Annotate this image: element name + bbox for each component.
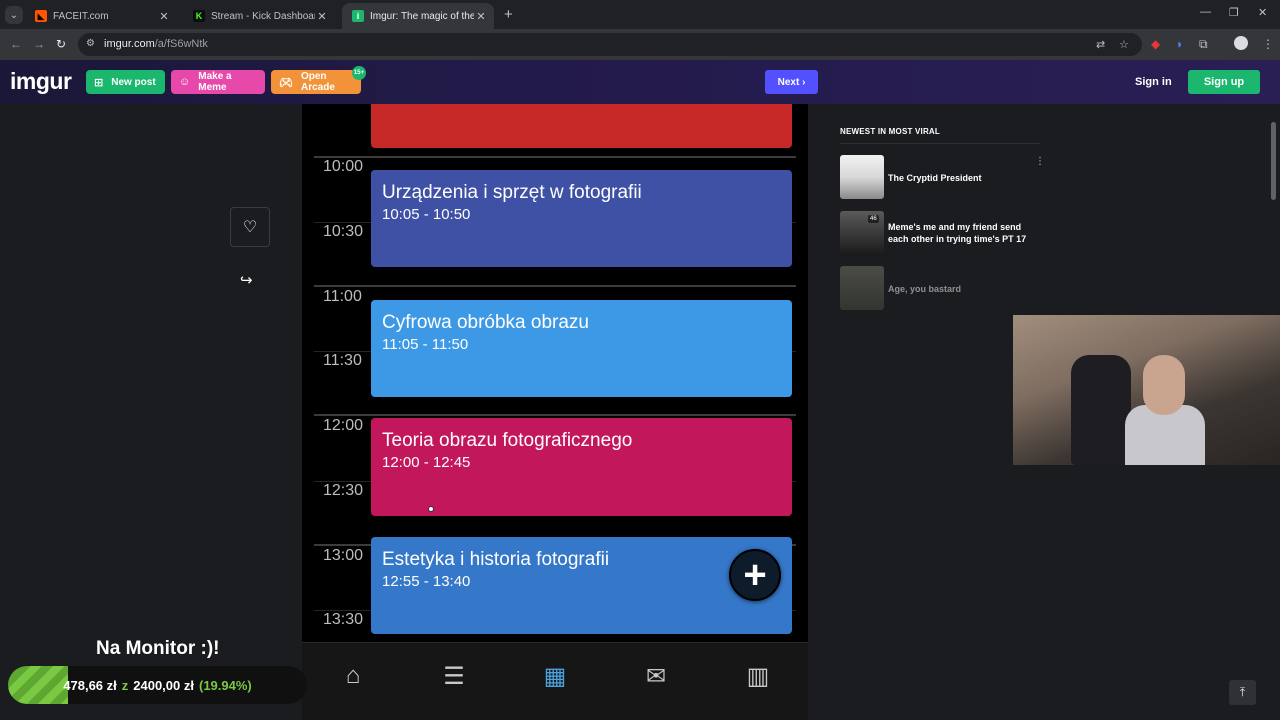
profile-avatar-icon[interactable] xyxy=(1234,36,1248,50)
event-time: 10:05 - 10:50 xyxy=(382,206,471,223)
calendar-event: Teoria obrazu fotograficznego 12:00 - 12… xyxy=(371,418,792,516)
mouse-cursor xyxy=(428,506,434,512)
add-event-plus-icon: + xyxy=(729,549,781,601)
minimize-icon[interactable]: — xyxy=(1200,6,1211,18)
share-arrow-icon[interactable]: ↪ xyxy=(240,271,253,289)
browser-tab-strip: ⌄ ◣ FACEIT.com ✕ K Stream - Kick Dashboa… xyxy=(0,0,1280,29)
hour-divider xyxy=(314,414,796,416)
sign-in-link[interactable]: Sign in xyxy=(1135,76,1172,88)
divider xyxy=(840,143,1040,144)
imgur-header: imgur ⊞ New post ☺ Make a Meme 🎮︎ Open A… xyxy=(0,60,1280,104)
mail-icon: ✉ xyxy=(645,662,667,690)
post-thumbnail[interactable] xyxy=(840,155,884,199)
imgur-logo[interactable]: imgur xyxy=(10,68,72,95)
time-label: 11:00 xyxy=(323,288,362,305)
tab-search-chevron-icon[interactable]: ⌄ xyxy=(5,6,23,24)
extension-icon[interactable]: ◗ xyxy=(1176,37,1183,51)
tab-close-icon[interactable]: ✕ xyxy=(474,10,488,23)
calendar-event: Estetyka i historia fotografii 12:55 - 1… xyxy=(371,537,792,634)
donation-progress-bar: 478,66 zł z 2400,00 zł (19.94%) xyxy=(8,666,307,704)
image-count-badge: 46 xyxy=(868,215,879,223)
time-label: 11:30 xyxy=(323,352,362,369)
calendar-event: Cyfrowa obróbka obrazu 11:05 - 11:50 xyxy=(371,300,792,397)
make-a-meme-button[interactable]: ☺ Make a Meme xyxy=(171,70,265,94)
time-label: 12:30 xyxy=(323,482,364,499)
tab-title: Imgur: The magic of the Interne xyxy=(370,10,474,22)
site-info-icon[interactable]: ⚙ xyxy=(86,38,95,49)
imgur-favicon-icon: i xyxy=(352,10,364,22)
restore-icon[interactable]: ❐ xyxy=(1229,6,1239,19)
new-post-button[interactable]: ⊞ New post xyxy=(86,70,165,94)
extension-icon[interactable]: ◆ xyxy=(1151,37,1160,51)
next-post-button[interactable]: Next › xyxy=(765,70,818,94)
sidebar-post-item[interactable]: The Cryptid President xyxy=(840,155,1040,199)
post-title[interactable]: The Cryptid President xyxy=(888,172,1038,184)
calendar-icon: ▦ xyxy=(543,662,567,690)
event-name: Cyfrowa obróbka obrazu xyxy=(382,312,589,333)
close-window-icon[interactable]: ✕ xyxy=(1258,6,1267,19)
time-label: 13:30 xyxy=(323,611,364,628)
extensions-puzzle-icon[interactable]: ⧉ xyxy=(1199,37,1208,52)
donation-progress-text: 478,66 zł z 2400,00 zł (19.94%) xyxy=(63,677,252,693)
forward-arrow-icon[interactable]: → xyxy=(33,37,45,51)
event-time: 12:55 - 13:40 xyxy=(382,573,471,590)
sidebar-post-item[interactable]: Age, you bastard xyxy=(840,266,1040,310)
plus-box-icon: ⊞ xyxy=(94,76,104,89)
post-title[interactable]: Meme's me and my friend send each other … xyxy=(888,221,1038,245)
hour-divider xyxy=(314,156,796,158)
calendar-event: Urządzenia i sprzęt w fotografii 10:05 -… xyxy=(371,170,792,267)
sidebar-heading: NEWEST IN MOST VIRAL xyxy=(840,127,940,136)
tab-imgur[interactable]: i Imgur: The magic of the Interne ✕ xyxy=(342,3,494,29)
tab-close-icon[interactable]: ✕ xyxy=(157,10,171,23)
address-bar[interactable]: ⚙ imgur.com/a/fS6wNtk ⇄ ☆ xyxy=(78,33,1142,56)
streamer-head xyxy=(1143,355,1185,415)
tab-title: FACEIT.com xyxy=(53,10,109,22)
gaming-chair xyxy=(1071,355,1131,465)
hour-divider xyxy=(314,285,796,287)
list-icon: ☰ xyxy=(443,662,465,690)
tab-close-icon[interactable]: ✕ xyxy=(315,10,329,23)
age-rating-badge: 15+ xyxy=(352,66,366,80)
time-label: 10:30 xyxy=(323,223,364,240)
time-label: 10:00 xyxy=(323,158,364,175)
chevron-right-icon: › xyxy=(802,76,806,88)
reload-icon[interactable]: ↻ xyxy=(56,37,66,51)
page-scrollbar[interactable] xyxy=(1271,122,1276,200)
url-text: imgur.com/a/fS6wNtk xyxy=(104,38,208,50)
back-arrow-icon[interactable]: ← xyxy=(10,37,22,51)
webcam-overlay xyxy=(1013,315,1280,465)
stats-icon: ▥ xyxy=(746,662,770,690)
scroll-to-top-arrow-icon[interactable]: ⤒ xyxy=(1229,680,1256,705)
tab-faceit[interactable]: ◣ FACEIT.com ✕ xyxy=(25,3,177,29)
bookmark-star-icon[interactable]: ☆ xyxy=(1119,38,1129,51)
sign-up-button[interactable]: Sign up xyxy=(1188,70,1260,94)
event-time: 11:05 - 11:50 xyxy=(382,336,469,353)
time-label: 12:00 xyxy=(323,417,364,434)
event-time: 12:00 - 12:45 xyxy=(382,454,471,471)
post-thumbnail[interactable] xyxy=(840,266,884,310)
meme-face-icon: ☺ xyxy=(179,76,191,88)
open-arcade-button[interactable]: 🎮︎ Open Arcade xyxy=(271,70,361,94)
time-label: 13:00 xyxy=(323,547,364,564)
post-image-calendar: 10:00 10:30 11:00 11:30 12:00 12:30 13:0… xyxy=(302,104,808,642)
tab-title: Stream - Kick Dashboard xyxy=(211,10,315,22)
post-title[interactable]: Age, you bastard xyxy=(888,283,1038,295)
event-name: Teoria obrazu fotograficznego xyxy=(382,430,633,451)
browser-menu-icon[interactable]: ⋮ xyxy=(1262,37,1274,51)
browser-toolbar: ← → ↻ ⚙ imgur.com/a/fS6wNtk ⇄ ☆ ◆ ◗ ⧉ ⋮ xyxy=(0,29,1280,60)
event-name: Estetyka i historia fotografii xyxy=(382,549,610,570)
event-name: Urządzenia i sprzęt w fotografii xyxy=(382,182,642,203)
translate-icon[interactable]: ⇄ xyxy=(1096,38,1105,51)
gamepad-icon: 🎮︎ xyxy=(279,76,293,89)
donation-goal-title: Na Monitor :)! xyxy=(96,638,220,659)
favorite-heart-icon[interactable]: ♡ xyxy=(230,207,270,247)
faceit-favicon-icon: ◣ xyxy=(35,10,47,22)
new-tab-plus-icon[interactable]: + xyxy=(504,6,513,23)
calendar-event xyxy=(371,104,792,148)
sidebar-post-item[interactable]: 46 Meme's me and my friend send each oth… xyxy=(840,211,1040,255)
kick-favicon-icon: K xyxy=(193,10,205,22)
tab-kick[interactable]: K Stream - Kick Dashboard ✕ xyxy=(183,3,335,29)
home-icon: ⌂ xyxy=(345,662,361,689)
calendar-bottom-nav: ⌂ ☰ ▦ ✉ ▥ xyxy=(302,642,808,720)
